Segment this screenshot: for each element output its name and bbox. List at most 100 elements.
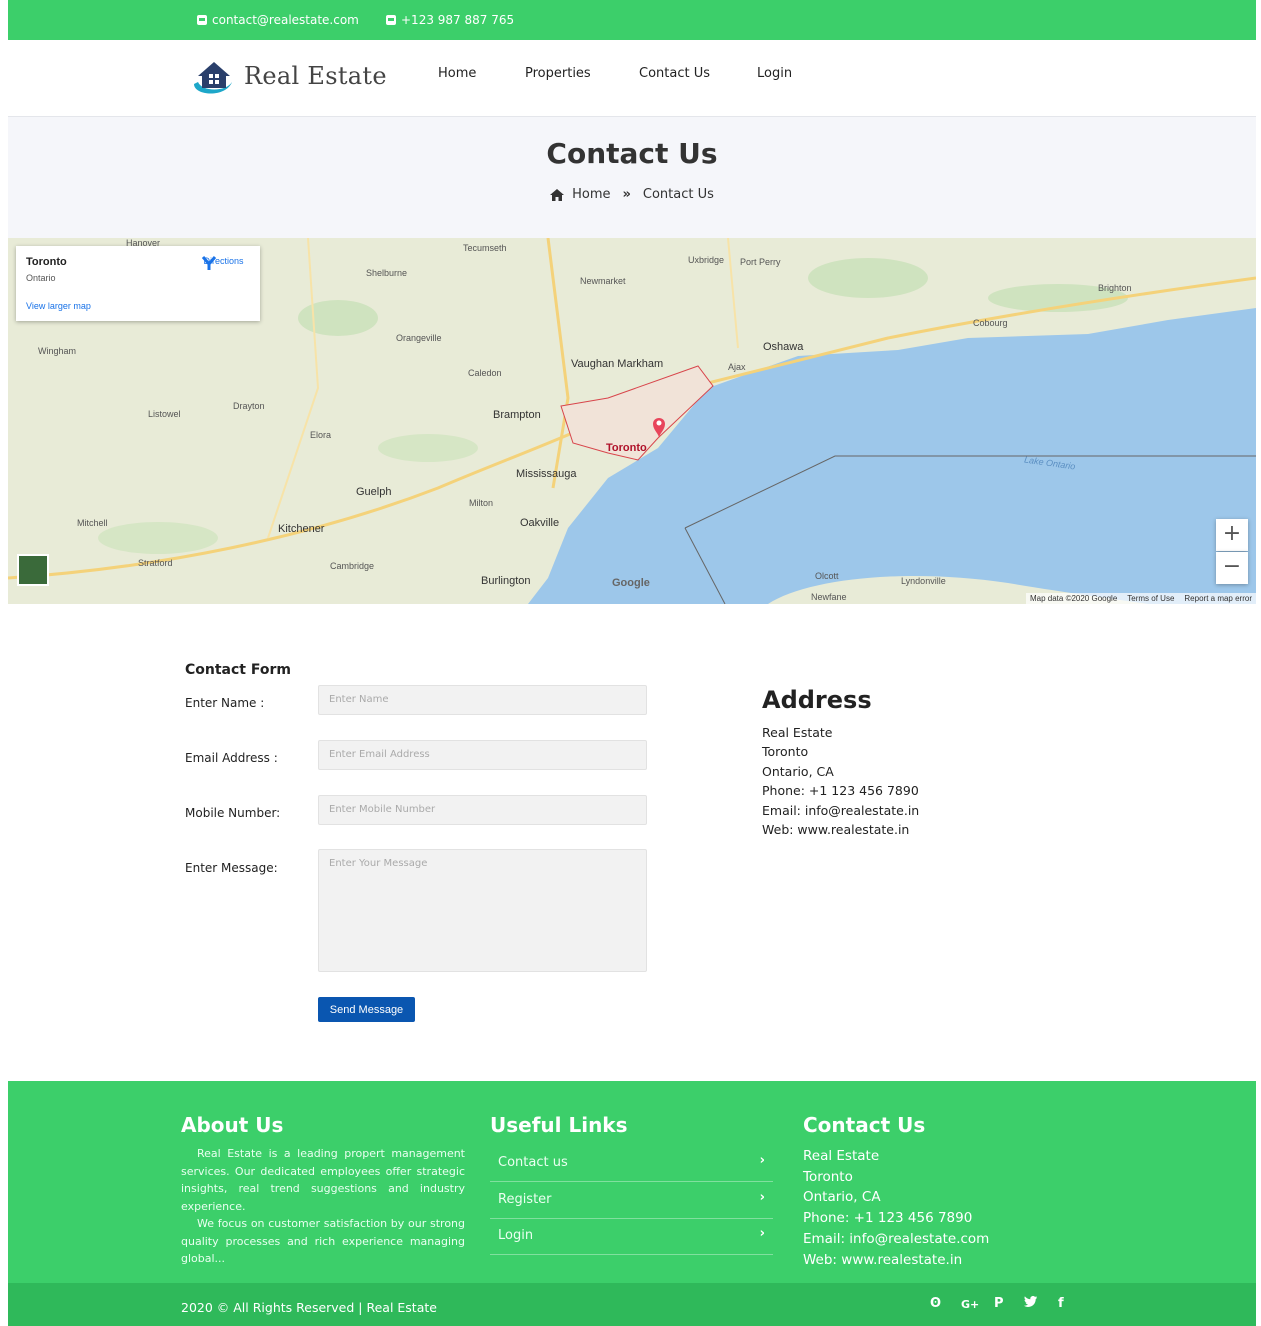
site-header: Real Estate Home Properties Contact Us L… — [8, 40, 1256, 117]
footer-link-register[interactable]: Register › — [490, 1182, 773, 1219]
satellite-toggle[interactable] — [17, 554, 49, 586]
map-label-oakville: Oakville — [520, 517, 560, 529]
copyright-bar: 2020 © All Rights Reserved | Real Estate… — [8, 1283, 1256, 1326]
map-label-burlington: Burlington — [481, 575, 531, 587]
nav-home[interactable]: Home — [438, 66, 476, 81]
home-icon — [550, 188, 565, 201]
twitter-icon[interactable] — [1024, 1296, 1037, 1311]
map-label-milton: Milton — [469, 498, 494, 508]
topbar-phone[interactable]: +123 987 887 765 — [386, 13, 514, 27]
footer-about-title: About Us — [181, 1113, 284, 1137]
directions-button[interactable]: Directions — [201, 256, 246, 270]
map-label-brampton: Brampton — [493, 409, 541, 421]
address-title: Address — [762, 686, 872, 714]
map-label-shelburne: Shelburne — [366, 268, 408, 278]
breadcrumb-home[interactable]: Home — [572, 187, 610, 202]
map-info-card: Toronto Ontario View larger map Directio… — [16, 246, 260, 321]
top-contact-bar: contact@realestate.com +123 987 887 765 — [8, 0, 1256, 40]
github-icon[interactable]: ʘ — [930, 1296, 941, 1311]
footer-contact-title: Contact Us — [803, 1113, 926, 1137]
name-label: Enter Name : — [185, 696, 265, 710]
map-label-brighton: Brighton — [1098, 283, 1132, 293]
footer-contact-line: Toronto — [803, 1169, 853, 1185]
footer-contact-line: Ontario, CA — [803, 1189, 881, 1205]
name-input[interactable]: Enter Name — [318, 685, 647, 715]
footer-link-contact[interactable]: Contact us › — [490, 1145, 773, 1182]
map-label-olcott: Olcott — [815, 571, 839, 581]
mobile-input[interactable]: Enter Mobile Number — [318, 795, 647, 825]
copyright-text: 2020 © All Rights Reserved | Real Estate — [181, 1300, 437, 1315]
address-phone: Phone: +1 123 456 7890 — [762, 783, 919, 798]
directions-icon — [201, 256, 217, 270]
footer-link-label: Register — [498, 1192, 552, 1207]
footer-contact-phone: Phone: +1 123 456 7890 — [803, 1210, 973, 1226]
address-email: Email: info@realestate.in — [762, 803, 920, 818]
map-label-guelph: Guelph — [356, 486, 392, 498]
address-web: Web: www.realestate.in — [762, 822, 910, 837]
map-label-oshawa: Oshawa — [763, 341, 804, 353]
map-label-listowel: Listowel — [148, 409, 181, 419]
zoom-in-button[interactable]: + — [1216, 519, 1248, 551]
breadcrumb: Home » Contact Us — [8, 187, 1256, 202]
map-label-wingham: Wingham — [38, 346, 77, 356]
message-textarea[interactable]: Enter Your Message — [318, 849, 647, 972]
google-logo: Google — [612, 577, 650, 589]
view-larger-map-link[interactable]: View larger map — [26, 301, 91, 311]
footer-link-label: Login — [498, 1228, 534, 1243]
email-label: Email Address : — [185, 751, 278, 765]
map-terms-link[interactable]: Terms of Use — [1127, 594, 1174, 603]
site-footer: About Us Real Estate is a leading proper… — [8, 1081, 1256, 1283]
phone-icon — [386, 15, 396, 25]
mobile-label: Mobile Number: — [185, 806, 281, 820]
page: contact@realestate.com +123 987 887 765 … — [8, 0, 1256, 1326]
map-label-newfane: Newfane — [811, 592, 847, 602]
nav-contact-us[interactable]: Contact Us — [639, 66, 710, 81]
message-label: Enter Message: — [185, 861, 278, 875]
nav-properties[interactable]: Properties — [525, 66, 591, 81]
map-label-ajax: Ajax — [728, 362, 746, 372]
chevron-right-icon: › — [759, 1226, 765, 1241]
brand-logo[interactable]: Real Estate — [188, 54, 387, 98]
map-label-stratford: Stratford — [138, 558, 173, 568]
map-label-lyndonville: Lyndonville — [901, 576, 946, 586]
map-label-caledon: Caledon — [468, 368, 502, 378]
footer-links-title: Useful Links — [490, 1113, 628, 1137]
map-label-port-perry: Port Perry — [740, 257, 781, 267]
footer-link-login[interactable]: Login › — [490, 1218, 773, 1255]
map-place-title: Toronto — [26, 256, 67, 268]
footer-about-text: Real Estate is a leading propert managem… — [181, 1145, 465, 1268]
topbar-email[interactable]: contact@realestate.com — [197, 13, 359, 27]
chevron-right-icon: › — [759, 1190, 765, 1205]
send-message-button[interactable]: Send Message — [318, 997, 415, 1022]
map-label-mississauga: Mississauga — [516, 468, 577, 480]
map-label-elora: Elora — [310, 430, 332, 440]
pinterest-icon[interactable]: P — [994, 1296, 1004, 1311]
zoom-out-button[interactable]: − — [1216, 552, 1248, 584]
footer-contact-web: Web: www.realestate.in — [803, 1252, 963, 1268]
footer-about-p1: Real Estate is a leading propert managem… — [181, 1147, 465, 1213]
map-label-newmarket: Newmarket — [580, 276, 626, 286]
envelope-icon — [197, 15, 207, 25]
map-report-link[interactable]: Report a map error — [1184, 594, 1252, 603]
contact-form-title: Contact Form — [185, 662, 291, 678]
address-line: Ontario, CA — [762, 764, 834, 779]
footer-about-p2: We focus on customer satisfaction by our… — [181, 1217, 465, 1265]
map-attribution-bar: Map data ©2020 Google Terms of Use Repor… — [1025, 593, 1256, 604]
embedded-map[interactable]: Hanover Shelburne Tecumseth Uxbridge Por… — [8, 238, 1256, 604]
map-label-cobourg: Cobourg — [973, 318, 1008, 328]
page-title-band: Contact Us Home » Contact Us — [8, 117, 1256, 238]
chevron-right-icon: › — [759, 1153, 765, 1168]
breadcrumb-current: Contact Us — [642, 187, 714, 202]
topbar-email-text: contact@realestate.com — [212, 13, 359, 27]
nav-login[interactable]: Login — [757, 66, 792, 81]
email-input[interactable]: Enter Email Address — [318, 740, 647, 770]
map-label-kitchener: Kitchener — [278, 523, 325, 535]
address-line: Toronto — [762, 744, 809, 759]
footer-contact-line: Real Estate — [803, 1148, 880, 1164]
facebook-icon[interactable]: f — [1058, 1296, 1064, 1311]
map-label-vaughan-markham: Vaughan Markham — [571, 358, 664, 370]
map-label-uxbridge: Uxbridge — [688, 255, 725, 265]
map-label-cambridge: Cambridge — [330, 561, 375, 571]
google-plus-icon[interactable]: G+ — [961, 1298, 979, 1311]
topbar-phone-text: +123 987 887 765 — [401, 13, 515, 27]
